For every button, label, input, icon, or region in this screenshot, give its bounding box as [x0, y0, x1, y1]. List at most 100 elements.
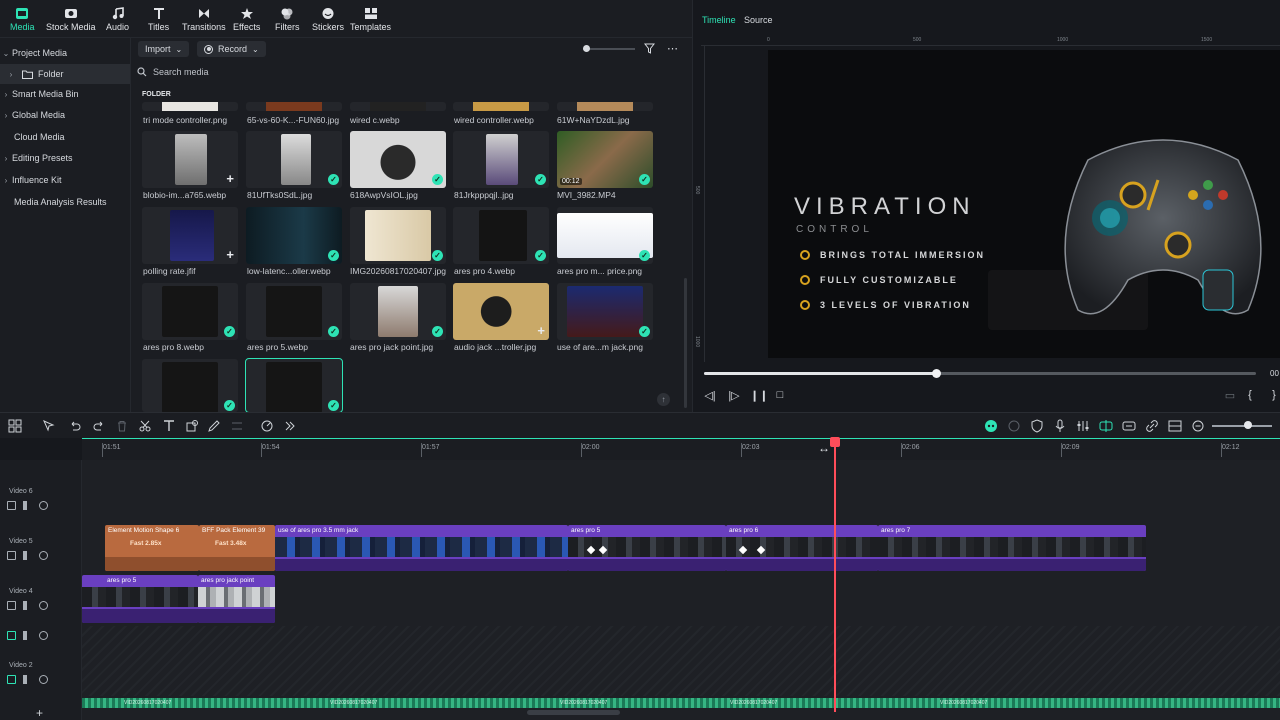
- split-scissors-icon[interactable]: [138, 419, 152, 433]
- toolbar-media-tab[interactable]: Media: [10, 7, 35, 37]
- media-thumbnail[interactable]: ✓: [557, 207, 653, 264]
- media-thumbnail[interactable]: +: [142, 207, 238, 264]
- tab-source[interactable]: Source: [744, 15, 773, 25]
- eye-icon[interactable]: [39, 601, 48, 610]
- import-button[interactable]: Import ⌄: [138, 41, 190, 57]
- folder-icon[interactable]: [7, 551, 16, 560]
- media-thumbnail[interactable]: ✓: [246, 207, 342, 264]
- more-options-icon[interactable]: ⋯: [667, 42, 678, 55]
- timeline-clip[interactable]: ares pro jack point: [198, 575, 275, 623]
- microphone-icon[interactable]: [1053, 419, 1067, 433]
- pause-icon[interactable]: ❙❙: [750, 389, 768, 403]
- media-scrollbar[interactable]: [684, 278, 687, 408]
- speed-icon[interactable]: [260, 419, 274, 433]
- folder-icon[interactable]: [7, 501, 16, 510]
- clip-speed-badge[interactable]: Fast 3.48x: [215, 540, 246, 547]
- speaker-icon[interactable]: [23, 631, 32, 640]
- audio-track-waveform[interactable]: [82, 698, 1280, 708]
- lock-icon[interactable]: [7, 675, 16, 684]
- nav-influence-kit[interactable]: › Influence Kit: [0, 170, 130, 190]
- grid-layout-icon[interactable]: [8, 419, 22, 433]
- next-frame-icon[interactable]: |▷: [727, 389, 741, 403]
- media-thumbnail[interactable]: ✓: [453, 207, 549, 264]
- mark-in-icon[interactable]: {: [1243, 389, 1257, 403]
- media-thumbnail[interactable]: ✓: [246, 131, 342, 188]
- media-thumbnail[interactable]: [453, 102, 549, 111]
- scroll-to-top-icon[interactable]: ↑: [657, 393, 670, 406]
- media-thumbnail[interactable]: ✓: [142, 283, 238, 340]
- media-thumbnail-selected[interactable]: ✓: [245, 358, 343, 413]
- media-thumbnail[interactable]: ✓: [142, 359, 238, 412]
- undo-icon[interactable]: [68, 419, 82, 433]
- media-thumbnail[interactable]: [557, 102, 653, 111]
- nav-folder[interactable]: › Folder: [0, 64, 130, 84]
- ai-assistant-icon[interactable]: [984, 419, 998, 433]
- eye-icon[interactable]: [39, 501, 48, 510]
- media-thumbnail[interactable]: ✓: [350, 283, 446, 340]
- tab-timeline[interactable]: Timeline: [702, 15, 736, 25]
- track-empty[interactable]: [82, 626, 1280, 696]
- media-thumbnail[interactable]: [246, 102, 342, 111]
- nav-editing-presets[interactable]: › Editing Presets: [0, 148, 130, 168]
- preview-canvas[interactable]: VIBRATION CONTROL BRINGS TOTAL IMMERSION…: [768, 50, 1280, 358]
- toolbar-titles-tab[interactable]: Titles: [148, 7, 169, 37]
- media-thumbnail[interactable]: [350, 102, 446, 111]
- speaker-icon[interactable]: [23, 601, 32, 610]
- media-thumbnail[interactable]: ✓: [557, 283, 653, 340]
- nav-global-media[interactable]: › Global Media: [0, 105, 130, 125]
- record-button[interactable]: Record ⌄: [197, 41, 266, 57]
- media-thumbnail[interactable]: ✓: [350, 131, 446, 188]
- slider-knob[interactable]: [583, 45, 590, 52]
- zoom-slider[interactable]: [1212, 425, 1272, 427]
- timeline-clip[interactable]: ares pro 7: [878, 525, 1146, 571]
- crop-icon[interactable]: [185, 419, 199, 433]
- nav-smart-media-bin[interactable]: › Smart Media Bin: [0, 84, 130, 104]
- search-media-input[interactable]: Search media: [137, 64, 682, 80]
- speaker-icon[interactable]: [23, 675, 32, 684]
- previous-frame-icon[interactable]: ◁|: [703, 389, 717, 403]
- media-thumbnail[interactable]: ✓: [350, 207, 446, 264]
- timeline-clip[interactable]: ares pro 5: [568, 525, 726, 571]
- track-video-5[interactable]: Element Motion Shape 6 Fast 2.85x BFF Pa…: [82, 524, 1280, 572]
- zoom-slider-handle[interactable]: [1244, 421, 1252, 429]
- mark-out-icon[interactable]: }: [1267, 389, 1280, 403]
- folder-icon[interactable]: [7, 601, 16, 610]
- nav-cloud-media[interactable]: Cloud Media: [0, 127, 130, 147]
- toolbar-stock-media-tab[interactable]: Stock Media: [46, 7, 96, 37]
- clip-speed-badge[interactable]: Fast 2.85x: [130, 540, 161, 547]
- nav-project-media[interactable]: ⌄ Project Media: [0, 43, 130, 63]
- delete-icon[interactable]: [115, 419, 129, 433]
- media-thumbnail[interactable]: +: [142, 131, 238, 188]
- progress-handle[interactable]: [931, 369, 941, 378]
- snap-magnet-icon[interactable]: [1099, 419, 1113, 433]
- timeline-clip[interactable]: Element Motion Shape 6 Fast 2.85x: [105, 525, 199, 571]
- speaker-icon[interactable]: [23, 501, 32, 510]
- timeline-clip[interactable]: BFF Pack Element 39 Fast 3.48x: [199, 525, 275, 571]
- track-video-4[interactable]: ares pro 5 ares pro jack point: [82, 574, 1280, 624]
- eye-icon[interactable]: [39, 631, 48, 640]
- timeline-clip[interactable]: ares pro 6: [726, 525, 878, 571]
- color-pen-icon[interactable]: [207, 419, 221, 433]
- playback-progress-bar[interactable]: [704, 369, 1256, 378]
- filter-icon[interactable]: [644, 43, 655, 54]
- caption-icon[interactable]: [1122, 419, 1136, 433]
- more-tools-icon[interactable]: [283, 419, 297, 433]
- playhead[interactable]: [834, 440, 836, 712]
- time-ruler[interactable]: 01:51 01:54 01:57 02:00 02:03 02:06 02:0…: [82, 438, 1280, 460]
- media-thumbnail[interactable]: 00:12 ✓: [557, 131, 653, 188]
- speaker-icon[interactable]: [23, 551, 32, 560]
- timeline-horizontal-scrollbar[interactable]: [527, 710, 620, 715]
- shield-icon[interactable]: [1030, 419, 1044, 433]
- lock-icon[interactable]: [7, 631, 16, 640]
- nav-media-analysis-results[interactable]: Media Analysis Results: [0, 192, 130, 212]
- toolbar-effects-tab[interactable]: Effects: [233, 7, 260, 37]
- media-thumbnail[interactable]: +: [453, 283, 549, 340]
- media-thumbnail[interactable]: [142, 102, 238, 111]
- toolbar-templates-tab[interactable]: Templates: [350, 7, 391, 37]
- add-track-button[interactable]: +: [36, 706, 43, 720]
- adjust-icon[interactable]: [230, 419, 244, 433]
- redo-icon[interactable]: [92, 419, 106, 433]
- zoom-out-icon[interactable]: [1191, 419, 1205, 433]
- media-thumbnail[interactable]: ✓: [246, 283, 342, 340]
- toolbar-filters-tab[interactable]: Filters: [275, 7, 300, 37]
